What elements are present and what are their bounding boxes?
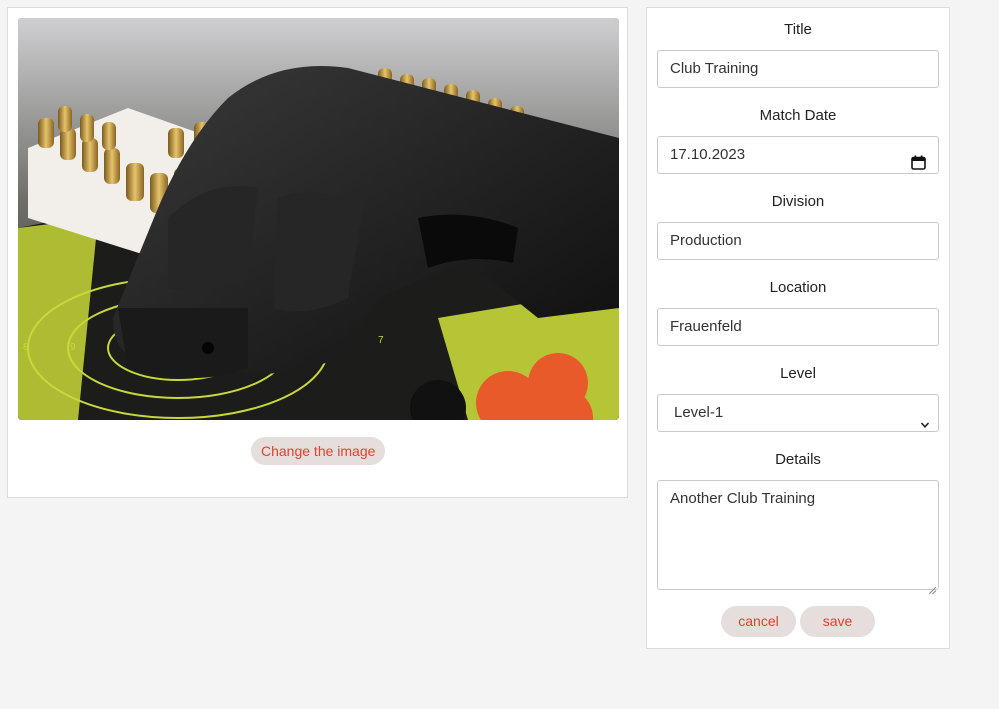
match-date-value: 17.10.2023 <box>670 146 746 163</box>
change-image-button[interactable]: Change the image <box>251 437 386 465</box>
calendar-icon[interactable] <box>911 148 926 170</box>
location-label: Location <box>769 279 827 296</box>
chevron-down-icon <box>920 408 930 428</box>
save-button[interactable]: save <box>800 606 875 637</box>
svg-text:7: 7 <box>378 335 384 346</box>
division-label: Division <box>771 193 825 210</box>
details-textarea[interactable]: Another Club Training <box>657 480 939 595</box>
division-input[interactable]: Production <box>657 222 939 260</box>
match-date-label: Match Date <box>759 107 837 124</box>
svg-text:8: 8 <box>23 342 29 353</box>
level-select[interactable]: Level-1 <box>657 394 939 432</box>
title-input[interactable]: Club Training <box>657 50 939 88</box>
match-photo: 7 9 8 <box>18 18 619 420</box>
level-value: Level-1 <box>674 404 724 421</box>
resize-grip-icon[interactable] <box>928 580 937 595</box>
location-value: Frauenfeld <box>670 318 742 335</box>
details-label: Details <box>775 451 821 468</box>
cancel-button[interactable]: cancel <box>721 606 796 637</box>
title-label: Title <box>784 21 812 38</box>
match-form: Title Club Training Match Date 17.10.202… <box>646 7 950 649</box>
image-card: 7 9 8 Change the image <box>7 7 628 498</box>
svg-text:9: 9 <box>70 342 76 353</box>
pistol-target-photo: 7 9 8 <box>18 18 619 420</box>
division-value: Production <box>670 232 742 249</box>
details-value: Another Club Training <box>670 490 816 507</box>
level-label: Level <box>780 365 816 382</box>
match-date-input[interactable]: 17.10.2023 <box>657 136 939 174</box>
location-input[interactable]: Frauenfeld <box>657 308 939 346</box>
title-value: Club Training <box>670 60 759 77</box>
